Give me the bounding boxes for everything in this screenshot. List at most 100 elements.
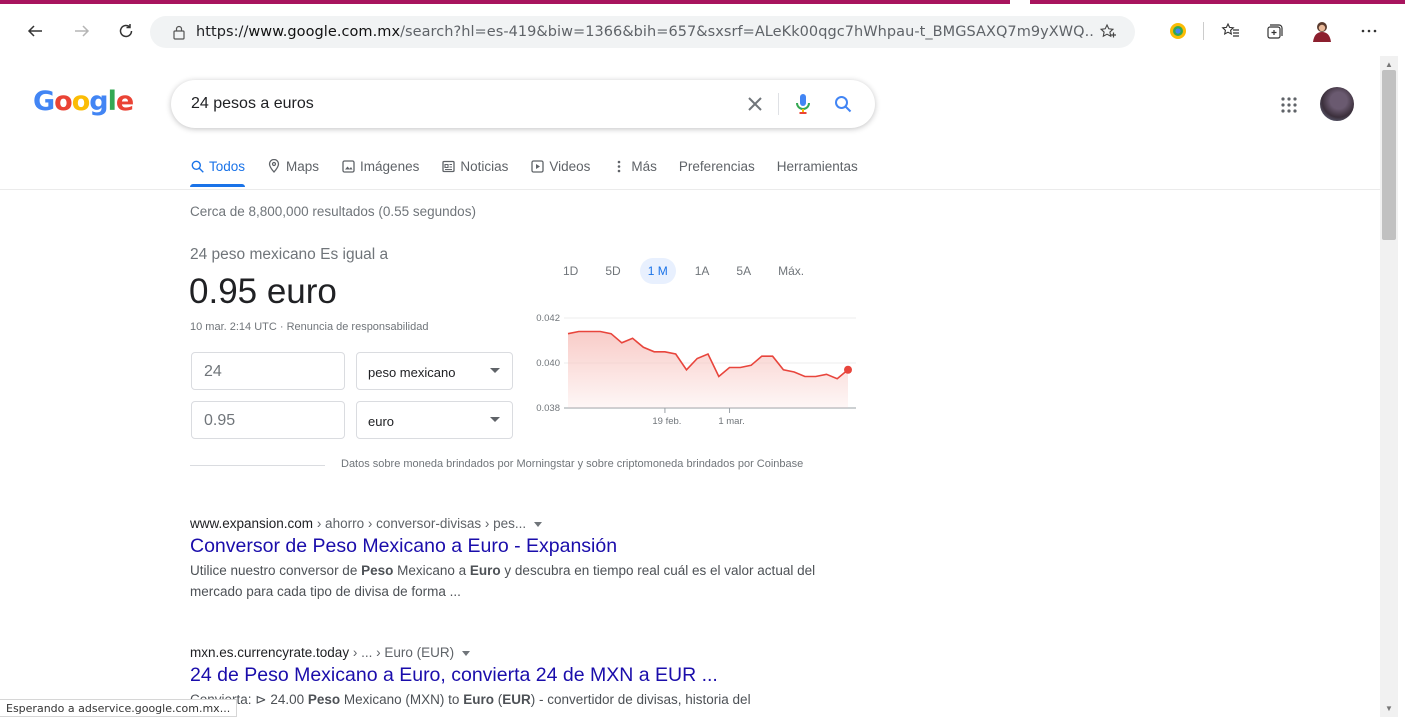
tab-todos[interactable]: Todos bbox=[190, 150, 246, 187]
snippet-bold-text: Peso bbox=[307, 692, 341, 707]
toolbar-separator bbox=[1203, 22, 1204, 40]
to-currency-select[interactable]: euro bbox=[356, 401, 513, 439]
range-button[interactable]: 1A bbox=[687, 258, 718, 284]
tab-imagenes[interactable]: Imágenes bbox=[341, 150, 419, 182]
scrollbar-thumb[interactable] bbox=[1382, 70, 1396, 240]
back-button[interactable] bbox=[22, 18, 48, 44]
chart-last-point bbox=[844, 365, 852, 374]
tab-label: Todos bbox=[209, 158, 246, 174]
x-tick-label: 1 mar. bbox=[718, 416, 744, 427]
google-logo[interactable]: Google bbox=[33, 86, 134, 117]
result-cite: mxn.es.currencyrate.today › ... › Euro (… bbox=[190, 645, 830, 660]
x-tick-label: 19 feb. bbox=[652, 416, 681, 427]
search-box[interactable] bbox=[171, 80, 875, 128]
tab-videos[interactable]: Videos bbox=[530, 150, 590, 182]
range-button[interactable]: 5A bbox=[728, 258, 759, 284]
forward-button[interactable] bbox=[69, 18, 95, 44]
microphone-icon bbox=[796, 94, 810, 114]
snippet-text: Mexicano (MXN) to bbox=[340, 692, 464, 707]
y-tick-label: 0.040 bbox=[536, 358, 560, 369]
converter-date[interactable]: 10 mar. 2:14 UTC · Renuncia de responsab… bbox=[190, 321, 428, 333]
chart-area bbox=[568, 331, 848, 408]
collections-icon[interactable] bbox=[1262, 19, 1286, 43]
profile-icon[interactable] bbox=[1310, 19, 1334, 43]
snippet-bold-text: Peso bbox=[361, 563, 394, 578]
tab-preferencias[interactable]: Preferencias bbox=[679, 150, 755, 182]
from-amount-input[interactable]: 24 bbox=[191, 352, 345, 390]
snippet-text: Utilice nuestro conversor de bbox=[190, 563, 362, 578]
lock-icon[interactable] bbox=[166, 24, 192, 40]
favorites-icon[interactable] bbox=[1219, 19, 1243, 43]
tab-label: Herramientas bbox=[776, 158, 858, 174]
logo-letter: e bbox=[115, 86, 134, 117]
snippet-text: ) - convertidor de divisas, historia del bbox=[530, 692, 751, 707]
account-avatar[interactable] bbox=[1320, 87, 1354, 121]
url-text[interactable]: https://www.google.com.mx/search?hl=es-4… bbox=[196, 24, 1095, 40]
arrow-right-icon bbox=[75, 25, 90, 37]
map-pin-icon bbox=[267, 159, 281, 173]
image-icon bbox=[341, 159, 355, 173]
result-snippet: Convierta: ⊳ 24.00 Peso Mexicano (MXN) t… bbox=[190, 689, 830, 710]
chevron-down-icon bbox=[490, 417, 500, 422]
search-button[interactable] bbox=[831, 92, 855, 116]
url-scheme: https:// bbox=[196, 24, 249, 40]
clear-search-button[interactable] bbox=[743, 92, 767, 116]
more-options-icon[interactable] bbox=[1357, 19, 1381, 43]
logo-letter: l bbox=[107, 86, 117, 117]
google-apps-button[interactable] bbox=[1277, 93, 1301, 117]
tab-mas[interactable]: Más bbox=[612, 150, 657, 182]
logo-letter: o bbox=[54, 86, 73, 117]
apps-grid-icon bbox=[1281, 97, 1297, 113]
result-snippet: Utilice nuestro conversor de Peso Mexica… bbox=[190, 560, 830, 602]
scroll-up-arrow-icon[interactable]: ▲ bbox=[1385, 60, 1393, 69]
tab-herramientas[interactable]: Herramientas bbox=[777, 150, 858, 182]
refresh-icon bbox=[119, 24, 133, 38]
result-title-link[interactable]: Conversor de Peso Mexicano a Euro - Expa… bbox=[190, 535, 830, 558]
range-button[interactable]: Máx. bbox=[770, 258, 812, 284]
loading-bar bbox=[0, 0, 1042, 4]
snippet-text: Mexicano a bbox=[393, 563, 470, 578]
tab-maps[interactable]: Maps bbox=[267, 150, 319, 182]
voice-search-button[interactable] bbox=[791, 92, 815, 116]
address-bar[interactable]: https://www.google.com.mx/search?hl=es-4… bbox=[150, 16, 1135, 48]
converter-divider bbox=[190, 465, 325, 466]
search-icon bbox=[190, 159, 204, 173]
snippet-bold-text: Euro bbox=[463, 692, 494, 707]
cite-path: › ... › Euro (EUR) bbox=[349, 645, 455, 660]
range-button[interactable]: 1 M bbox=[639, 258, 676, 284]
scroll-down-arrow-icon[interactable]: ▼ bbox=[1385, 704, 1393, 713]
converter-equals-text: 24 peso mexicano Es igual a bbox=[190, 246, 389, 263]
search-input[interactable] bbox=[191, 95, 731, 113]
search-result: mxn.es.currencyrate.today › ... › Euro (… bbox=[190, 645, 830, 710]
to-currency-label: euro bbox=[368, 414, 395, 429]
from-currency-label: peso mexicano bbox=[368, 365, 456, 380]
converter-source: Datos sobre moneda brindados por Morning… bbox=[341, 458, 804, 470]
vertical-scrollbar[interactable]: ▲ ▼ bbox=[1380, 56, 1398, 717]
snippet-text: ( bbox=[493, 692, 503, 707]
tab-label: Más bbox=[631, 158, 657, 174]
video-icon bbox=[530, 159, 544, 173]
range-button[interactable]: 1D bbox=[555, 258, 586, 284]
news-icon bbox=[441, 159, 455, 173]
add-favorite-icon[interactable] bbox=[1095, 23, 1121, 41]
logo-letter: G bbox=[33, 86, 55, 117]
cite-path: › ahorro › conversor-divisas › pes... bbox=[313, 516, 527, 531]
arrow-left-icon bbox=[27, 25, 42, 37]
more-vertical-icon bbox=[612, 159, 626, 173]
range-button[interactable]: 5D bbox=[597, 258, 628, 284]
tab-label: Maps bbox=[286, 158, 320, 174]
url-path: /search?hl=es-419&biw=1366&bih=657&sxsrf… bbox=[400, 24, 1095, 40]
tab-label: Noticias bbox=[460, 158, 509, 174]
search-result: www.expansion.com › ahorro › conversor-d… bbox=[190, 516, 830, 602]
extension-icon[interactable] bbox=[1166, 19, 1190, 43]
refresh-button[interactable] bbox=[113, 18, 139, 44]
result-menu-button[interactable] bbox=[534, 521, 543, 527]
to-amount-input[interactable]: 0.95 bbox=[191, 401, 345, 439]
url-host: www.google.com.mx bbox=[248, 24, 401, 40]
from-currency-select[interactable]: peso mexicano bbox=[356, 352, 513, 390]
result-menu-button[interactable] bbox=[462, 650, 471, 656]
tab-noticias[interactable]: Noticias bbox=[441, 150, 508, 182]
tab-label: Videos bbox=[549, 158, 591, 174]
tabs-divider bbox=[0, 189, 1380, 190]
result-title-link[interactable]: 24 de Peso Mexicano a Euro, convierta 24… bbox=[190, 664, 830, 687]
